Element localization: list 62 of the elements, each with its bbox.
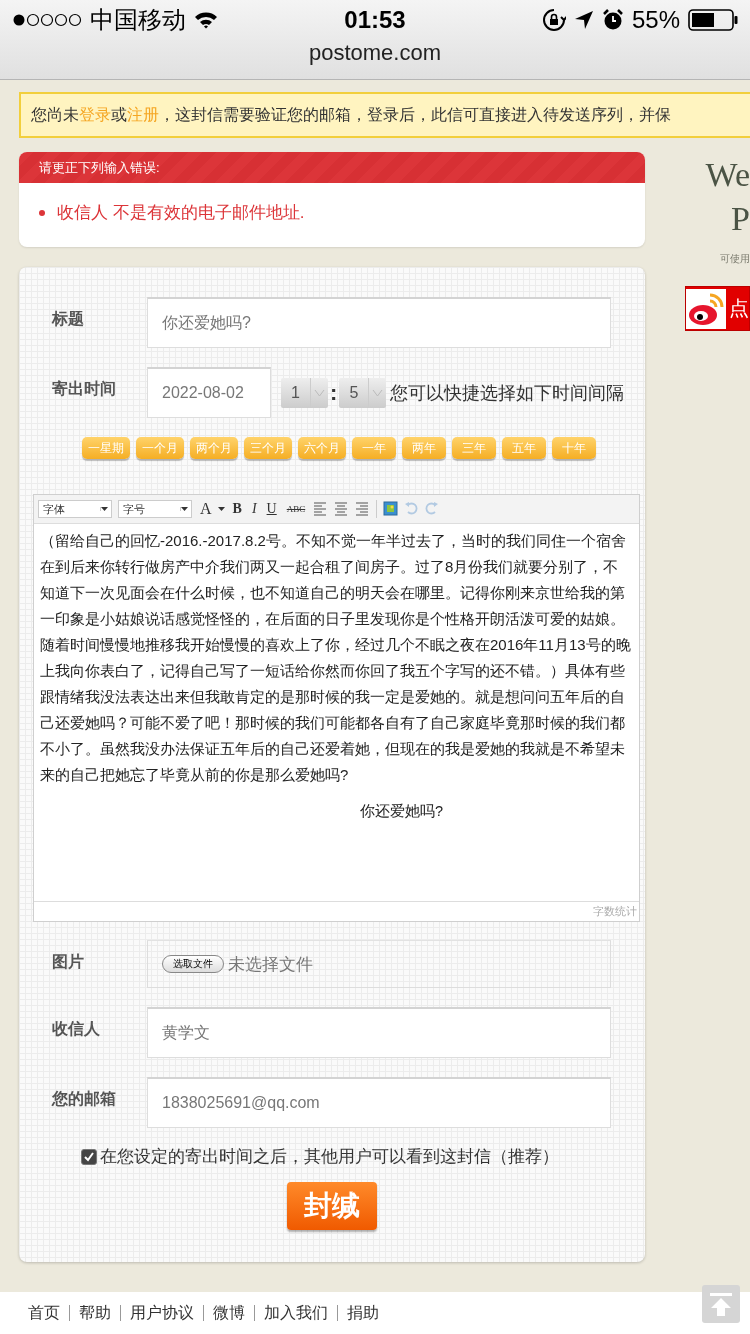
recipient-field[interactable]: 黄学文: [147, 1007, 611, 1058]
color-button[interactable]: A: [198, 500, 214, 518]
bold-button[interactable]: B: [230, 501, 244, 517]
weibo-button[interactable]: 点: [685, 286, 750, 331]
back-to-top-button[interactable]: [702, 1285, 740, 1323]
checkbox[interactable]: [81, 1148, 97, 1165]
footer-link[interactable]: 首页: [28, 1305, 69, 1321]
field-label: 图片: [52, 952, 85, 972]
time-select[interactable]: 5: [339, 377, 387, 408]
title-field[interactable]: 你还爱她吗?: [147, 297, 611, 348]
caret-icon: [217, 507, 225, 511]
upload-arrow-icon: [708, 1291, 734, 1317]
checkbox-label: 在您设定的寄出时间之后，其他用户可以看到这封信（推荐）: [100, 1146, 559, 1168]
size-select[interactable]: 字号: [118, 500, 192, 518]
side-heading: We: [705, 156, 750, 194]
choose-file-button[interactable]: 选取文件: [162, 955, 224, 973]
align-right-icon[interactable]: [355, 501, 371, 517]
footer-link[interactable]: 微博: [203, 1305, 254, 1321]
field-label: 您的邮箱: [52, 1089, 117, 1109]
image-icon[interactable]: [383, 501, 399, 517]
file-status: 未选择文件: [228, 953, 313, 976]
time-separator: :: [330, 379, 338, 406]
location-arrow-icon: [573, 10, 594, 30]
align-center-icon[interactable]: [334, 501, 350, 517]
letter-paragraph: （留给自己的回忆-2016.-2017.8.2号。不知不觉一年半过去了，当时的我们同住一个宿舍在到后来你转行做房产中介我们两又一起合租了间房子。过了8月份我们就要分别了，不知道下一次见面会在什么时候，也不知道自己的明天会在哪里。记得你刚来京世给我的第一印象是小姑娘说话感觉怪怪的，在后面的日子里发现你是个性格开朗活泼可爱的姑娘。随着时间慢慢地推移我开始慢慢的喜欢上了你，经过几个不眠之夜在2016年11月13号的晚上我向你表白了，记得自己写了一短话给你然而你回了我五个字写的还不错。）具体有些跟情绪我没法表达出来但我敢肯定的是那时候的我一定是爱她的。就是想问问五年后的自己还爱她吗？可能不爱了吧！那时候的我们可能都各自有了自己家庭毕竟那时候的我们都不小了。虽然我没办法保证五年后的自己还爱着她，但现在的我是爱她的我就是不希望未来的自己把她忘了毕竟从前的你是那么爱她吗?: [40, 531, 632, 785]
time-select[interactable]: 1: [281, 377, 328, 408]
bullet-icon: [39, 209, 45, 216]
align-left-icon[interactable]: [313, 501, 329, 517]
field-label: 收信人: [52, 1019, 101, 1039]
font-select[interactable]: 字体: [38, 500, 112, 518]
wifi-icon: [194, 11, 218, 29]
footer-link[interactable]: 捐助: [337, 1305, 388, 1321]
letter-closing: 你还爱她吗?: [358, 802, 445, 821]
battery-icon: [688, 9, 738, 31]
carrier-name: 中国移动: [90, 5, 186, 35]
battery-percentage: 55%: [631, 6, 680, 34]
email-field[interactable]: 1838025691@qq.com: [147, 1077, 611, 1128]
side-note: 可使用: [720, 252, 750, 266]
error-message: 收信人 不是有效的电子邮件地址.: [57, 202, 305, 224]
signal-icon: [12, 13, 82, 27]
eye-logo-icon: [686, 288, 726, 329]
error-header: 请更正下列输入错误:: [19, 152, 645, 183]
date-field[interactable]: 2022-08-02: [147, 367, 271, 418]
interval-hint: 您可以快捷选择如下时间间隔: [390, 381, 625, 405]
side-heading: P: [731, 200, 750, 238]
word-count: 字数统计: [593, 904, 637, 919]
alarm-clock-icon: [601, 9, 624, 31]
caret-icon: [180, 507, 188, 511]
login-notice: 您尚未登录或注册，这封信需要验证您的邮箱，登录后，此信可直接进入待发送序列，并保: [19, 92, 750, 138]
caret-icon: [100, 507, 108, 511]
url-address: postome.com: [307, 40, 443, 66]
seal-button[interactable]: 封缄: [287, 1182, 377, 1230]
strike-button[interactable]: ABC: [284, 504, 308, 514]
footer-link[interactable]: 加入我们: [254, 1305, 337, 1321]
footer-link[interactable]: 用户协议: [120, 1305, 203, 1321]
italic-button[interactable]: I: [249, 501, 259, 517]
footer-link[interactable]: 帮助: [69, 1305, 120, 1321]
rotation-lock-icon: [541, 8, 566, 32]
underline-button[interactable]: U: [264, 501, 279, 517]
clock-time: 01:53: [343, 6, 407, 34]
field-label: 标题: [52, 309, 85, 329]
field-label: 寄出时间: [52, 379, 117, 399]
